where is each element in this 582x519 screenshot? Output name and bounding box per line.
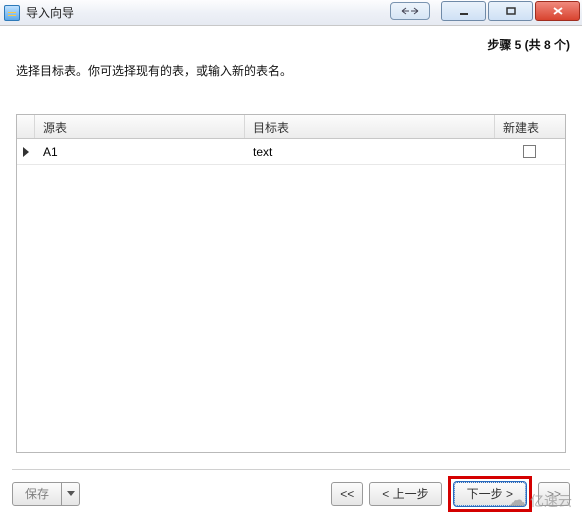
maximize-button[interactable] (488, 1, 533, 21)
table-row[interactable]: A1 text (17, 139, 565, 165)
step-indicator: 步骤 5 (共 8 个) (487, 36, 570, 53)
chevron-down-icon (67, 491, 75, 496)
app-icon (4, 5, 20, 21)
next-highlight: 下一步 > (448, 476, 532, 512)
window-title: 导入向导 (26, 4, 74, 21)
window-controls (441, 1, 580, 21)
header-source[interactable]: 源表 (35, 115, 245, 138)
last-button[interactable]: >> (538, 482, 570, 506)
table-mapping-grid: 源表 目标表 新建表 A1 text (16, 114, 566, 453)
cell-source[interactable]: A1 (35, 141, 245, 163)
cell-target[interactable]: text (245, 141, 495, 163)
nav-button-group: << < 上一步 下一步 > >> (331, 476, 570, 512)
next-button[interactable]: 下一步 > (454, 482, 526, 506)
maximize-icon (505, 6, 517, 16)
new-table-checkbox[interactable] (523, 145, 536, 158)
minimize-button[interactable] (441, 1, 486, 21)
wizard-button-bar: 保存 << < 上一步 下一步 > >> (12, 469, 570, 507)
close-button[interactable] (535, 1, 580, 21)
resize-arrows-icon (401, 6, 419, 16)
minimize-icon (458, 6, 470, 16)
save-button[interactable]: 保存 (12, 482, 62, 506)
save-dropdown-button[interactable] (62, 482, 80, 506)
header-new-table[interactable]: 新建表 (495, 115, 565, 138)
resize-handle-button[interactable] (390, 2, 430, 20)
current-row-marker (17, 147, 35, 157)
client-area: 步骤 5 (共 8 个) 选择目标表。你可选择现有的表，或输入新的表名。 源表 … (2, 26, 580, 517)
title-bar: 导入向导 (0, 0, 582, 26)
row-pointer-icon (23, 147, 29, 157)
header-marker (17, 115, 35, 138)
first-button[interactable]: << (331, 482, 363, 506)
close-icon (552, 6, 564, 16)
header-target[interactable]: 目标表 (245, 115, 495, 138)
instruction-text: 选择目标表。你可选择现有的表，或输入新的表名。 (16, 62, 292, 79)
prev-button[interactable]: < 上一步 (369, 482, 441, 506)
save-button-group: 保存 (12, 482, 80, 506)
table-header-row: 源表 目标表 新建表 (17, 115, 565, 139)
cell-new-table (495, 139, 565, 164)
